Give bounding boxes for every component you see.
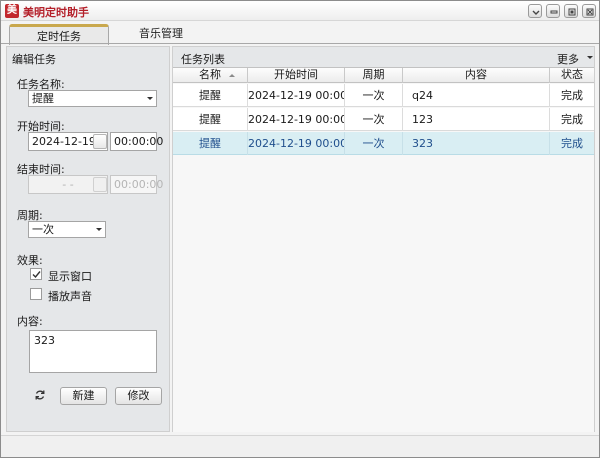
- tab-scheduled-tasks[interactable]: 定时任务: [9, 24, 109, 45]
- table-row[interactable]: 提醒 2024-12-19 00:00 一次 q24 完成: [173, 84, 594, 107]
- play-sound-label: 播放声音: [48, 290, 92, 303]
- effect-label: 效果:: [17, 254, 43, 267]
- close-button[interactable]: [582, 4, 596, 18]
- column-header-status[interactable]: 状态: [550, 68, 594, 83]
- cell-status: 完成: [561, 137, 583, 150]
- table-row[interactable]: 提醒 2024-12-19 00:00 一次 123 完成: [173, 108, 594, 131]
- new-button[interactable]: 新建: [60, 387, 107, 405]
- dropdown-arrow-icon: [96, 228, 102, 231]
- task-name-select[interactable]: 提醒: [28, 90, 157, 107]
- refresh-icon[interactable]: [34, 389, 46, 401]
- cell-status: 完成: [561, 113, 583, 126]
- start-time-input[interactable]: 00:00:00: [110, 132, 163, 151]
- cell-name: 提醒: [173, 84, 248, 107]
- start-time-value: 00:00:00: [114, 135, 164, 148]
- task-list-title: 任务列表: [181, 53, 225, 66]
- edit-task-panel: 编辑任务 任务名称: 提醒 开始时间: 2024-12-19 00:00:00 …: [6, 46, 170, 432]
- content-label: 内容:: [17, 315, 43, 328]
- cell-name: 提醒: [173, 132, 248, 155]
- cell-content: 323: [403, 132, 550, 155]
- chevron-down-icon: [532, 10, 540, 15]
- cell-status: 完成: [561, 89, 583, 102]
- start-date-picker-button[interactable]: [93, 134, 107, 149]
- cell-start-time: 2024-12-19 00:00: [248, 108, 345, 131]
- maximize-button[interactable]: [564, 4, 578, 18]
- more-chevron-down-icon: [587, 56, 593, 59]
- minimize-icon: [550, 10, 558, 14]
- minimize-button[interactable]: [546, 4, 560, 18]
- edit-task-title: 编辑任务: [12, 53, 56, 66]
- start-date-value: 2024-12-19: [32, 135, 96, 148]
- cycle-select[interactable]: 一次: [28, 221, 106, 238]
- table-header: 名称 开始时间 周期 内容 状态: [173, 68, 594, 83]
- window-menu-button[interactable]: [528, 4, 542, 18]
- modify-button[interactable]: 修改: [115, 387, 162, 405]
- content-textarea[interactable]: 323: [29, 330, 157, 373]
- status-bar: [1, 435, 599, 457]
- app-window: 美 美明定时助手 定时任务 音乐管理 编辑任务 任务名称: 提醒 开始时间: 2…: [0, 0, 600, 458]
- column-header-start-time[interactable]: 开始时间: [248, 68, 345, 83]
- end-date-value: - -: [62, 178, 74, 191]
- end-time-input[interactable]: 00:00:00: [110, 175, 163, 194]
- start-date-input[interactable]: 2024-12-19: [28, 132, 108, 151]
- title-bar[interactable]: 美 美明定时助手: [1, 1, 599, 21]
- dropdown-arrow-icon: [147, 97, 153, 100]
- show-window-label: 显示窗口: [48, 270, 92, 283]
- play-sound-checkbox[interactable]: [30, 288, 42, 300]
- column-header-content[interactable]: 内容: [403, 68, 550, 83]
- cell-cycle: 一次: [345, 132, 403, 155]
- checkmark-icon: [32, 271, 41, 279]
- task-name-value: 提醒: [32, 92, 54, 105]
- cell-start-time: 2024-12-19 00:00: [248, 132, 345, 155]
- cell-cycle: 一次: [345, 108, 403, 131]
- cell-content: 123: [403, 108, 550, 131]
- end-date-input[interactable]: - -: [28, 175, 108, 194]
- task-table: 名称 开始时间 周期 内容 状态 提醒 2024-12-19 00:00 一次 …: [173, 67, 594, 432]
- sort-ascending-icon: [229, 74, 235, 77]
- column-header-name[interactable]: 名称: [173, 68, 248, 83]
- app-logo-icon: 美: [5, 4, 19, 18]
- column-header-name-label: 名称: [199, 68, 221, 81]
- end-time-value: 00:00:00: [114, 178, 164, 191]
- end-date-picker-button[interactable]: [93, 177, 107, 192]
- more-menu-button[interactable]: 更多: [557, 51, 579, 67]
- cell-name: 提醒: [173, 108, 248, 131]
- table-row-selected[interactable]: 提醒 2024-12-19 00:00 一次 323 完成: [173, 132, 594, 155]
- cycle-value: 一次: [32, 223, 54, 236]
- tab-divider: [1, 43, 599, 44]
- tab-strip: 定时任务 音乐管理: [1, 22, 599, 45]
- task-list-panel: 任务列表 更多 名称 开始时间 周期 内容 状态 提醒 2024-12-19 0…: [172, 46, 595, 432]
- cell-content: q24: [403, 84, 550, 107]
- show-window-checkbox[interactable]: [30, 268, 42, 280]
- column-header-cycle[interactable]: 周期: [345, 68, 403, 83]
- tab-music-management[interactable]: 音乐管理: [111, 24, 211, 45]
- cell-start-time: 2024-12-19 00:00: [248, 84, 345, 107]
- maximize-icon: [568, 8, 576, 16]
- close-icon: [586, 8, 594, 16]
- cell-cycle: 一次: [345, 84, 403, 107]
- window-title: 美明定时助手: [23, 6, 89, 19]
